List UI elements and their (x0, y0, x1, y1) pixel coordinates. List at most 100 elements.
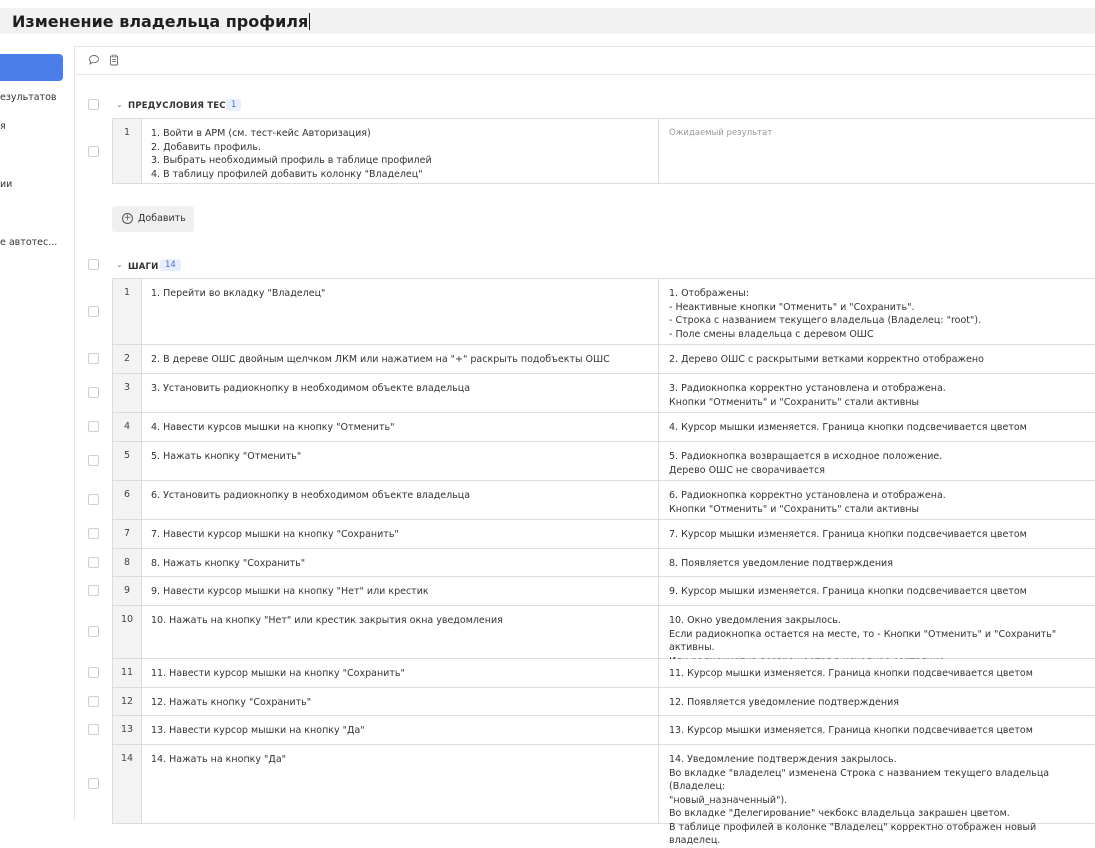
step-cell[interactable]: 11. Навести курсор мышки на кнопку "Сохр… (141, 659, 659, 687)
step-cell[interactable]: 3. Установить радиокнопку в необходимом … (141, 374, 659, 412)
step-cell[interactable]: 5. Нажать кнопку "Отменить" (141, 442, 659, 480)
sidebar-item-autotests[interactable]: е автотес... (0, 237, 74, 248)
step-cell[interactable]: 9. Навести курсор мышки на кнопку "Нет" … (141, 577, 659, 605)
row-checkbox[interactable] (88, 494, 99, 505)
table-row[interactable]: 1 1. Перейти во вкладку "Владелец" 1. Отоб… (112, 279, 1095, 345)
row-number-cell: 13 (112, 716, 142, 744)
row-checkbox[interactable] (88, 626, 99, 637)
table-row[interactable]: 14 14. Нажать на кнопку "Да" 14. Уведомлен… (112, 745, 1095, 846)
expected-cell[interactable]: 13. Курсор мышки изменяется. Граница кно… (659, 716, 1095, 744)
row-checkbox[interactable] (88, 455, 99, 466)
steps-count-badge: 14 (160, 259, 181, 271)
step-cell[interactable]: 1. Войти в АРМ (см. тест-кейс Авторизаци… (141, 119, 659, 183)
step-cell[interactable]: 4. Навести курсов мышки на кнопку "Отмен… (141, 413, 659, 441)
row-checkbox[interactable] (88, 146, 99, 157)
row-number-cell: 9 (112, 577, 142, 605)
table-row[interactable]: 3 3. Установить радиокнопку в необходимом… (112, 374, 1095, 413)
table-row[interactable]: 2 2. В дереве ОШС двойным щелчком ЛКМ или… (112, 345, 1095, 374)
expected-cell[interactable]: 6. Радиокнопка корректно установлена и о… (659, 481, 1095, 519)
table-row[interactable]: 9 9. Навести курсор мышки на кнопку "Нет"… (112, 577, 1095, 606)
row-checkbox[interactable] (88, 557, 99, 568)
table-row[interactable]: 10 10. Нажать на кнопку "Нет" или крестик… (112, 606, 1095, 667)
step-cell[interactable]: 1. Перейти во вкладку "Владелец" (141, 279, 659, 344)
table-row[interactable]: 4 4. Навести курсов мышки на кнопку "Отме… (112, 413, 1095, 442)
expected-cell[interactable]: 4. Курсор мышки изменяется. Граница кноп… (659, 413, 1095, 441)
step-cell[interactable]: 12. Нажать кнопку "Сохранить" (141, 688, 659, 715)
step-cell[interactable]: 2. В дереве ОШС двойным щелчком ЛКМ или … (141, 345, 659, 373)
page-title-wrap[interactable]: Изменение владельца профиля (12, 12, 311, 31)
row-number-cell: 8 (112, 549, 142, 576)
table-row[interactable]: 7 7. Навести курсор мышки на кнопку "Сохр… (112, 520, 1095, 549)
table-row[interactable]: 12 12. Нажать кнопку "Сохранить" 12. Появл… (112, 688, 1095, 716)
expected-cell[interactable]: 9. Курсор мышки изменяется. Граница кноп… (659, 577, 1095, 605)
steps-table: 1 1. Перейти во вкладку "Владелец" 1. Отоб… (112, 278, 1095, 846)
step-cell[interactable]: 14. Нажать на кнопку "Да" (141, 745, 659, 823)
row-number-cell: 1 (112, 119, 142, 183)
table-row[interactable]: 8 8. Нажать кнопку "Сохранить" 8. Появляет… (112, 549, 1095, 577)
expected-cell[interactable]: 8. Появляется уведомление подтверждения (659, 549, 1095, 576)
table-row[interactable]: 6 6. Установить радиокнопку в необходимом… (112, 481, 1095, 520)
row-checkbox[interactable] (88, 724, 99, 735)
row-checkbox[interactable] (88, 421, 99, 432)
row-number-cell: 6 (112, 481, 142, 519)
comment-icon[interactable] (88, 54, 100, 66)
row-checkbox[interactable] (88, 353, 99, 364)
row-number-cell: 1 (112, 279, 142, 344)
clipboard-icon[interactable] (108, 54, 120, 66)
preconditions-count-badge: 1 (226, 99, 242, 111)
expected-cell[interactable]: 1. Отображены: - Неактивные кнопки "Отме… (659, 279, 1095, 344)
expected-cell[interactable]: 14. Уведомление подтверждения закрылось.… (659, 745, 1095, 846)
expected-placeholder: Ожидаемый результат (669, 128, 773, 138)
row-number-cell: 2 (112, 345, 142, 373)
sidebar-item-2[interactable]: я (0, 121, 74, 132)
sidebar: езультатов я ии е автотес... (0, 46, 75, 820)
chevron-down-icon[interactable]: ⌄ (116, 100, 123, 109)
toolbar (75, 46, 1095, 75)
preconditions-select-all-checkbox[interactable] (88, 99, 99, 110)
row-number-cell: 3 (112, 374, 142, 412)
table-row[interactable]: 1 1. Войти в АРМ (см. тест-кейс Авториза… (112, 119, 1095, 184)
expected-cell[interactable]: 10. Окно уведомления закрылось. Если рад… (659, 606, 1095, 667)
page-title[interactable]: Изменение владельца профиля (12, 12, 308, 31)
expected-cell[interactable]: 11. Курсор мышки изменяется. Граница кно… (659, 659, 1095, 687)
add-precondition-button[interactable]: + Добавить (112, 206, 194, 232)
row-checkbox[interactable] (88, 778, 99, 789)
row-number-cell: 11 (112, 659, 142, 687)
row-checkbox[interactable] (88, 667, 99, 678)
chevron-down-icon[interactable]: ⌄ (116, 260, 123, 269)
expected-cell[interactable]: 5. Радиокнопка возвращается в исходное п… (659, 442, 1095, 480)
title-bar: Изменение владельца профиля (0, 8, 1095, 34)
steps-select-all-checkbox[interactable] (88, 259, 99, 270)
row-number-cell: 12 (112, 688, 142, 715)
sidebar-item-results[interactable]: езультатов (0, 92, 74, 103)
expected-cell[interactable]: 12. Появляется уведомление подтверждения (659, 688, 1095, 715)
sidebar-primary-button[interactable] (0, 54, 63, 81)
row-checkbox[interactable] (88, 528, 99, 539)
row-number-cell: 14 (112, 745, 142, 823)
expected-cell[interactable]: Ожидаемый результат (659, 119, 1095, 183)
steps-section-title: ШАГИ (128, 262, 159, 272)
row-checkbox[interactable] (88, 585, 99, 596)
row-checkbox[interactable] (88, 387, 99, 398)
step-cell[interactable]: 6. Установить радиокнопку в необходимом … (141, 481, 659, 519)
expected-cell[interactable]: 3. Радиокнопка корректно установлена и о… (659, 374, 1095, 412)
expected-cell[interactable]: 2. Дерево ОШС с раскрытыми ветками корре… (659, 345, 1095, 373)
row-number-cell: 5 (112, 442, 142, 480)
table-row[interactable]: 5 5. Нажать кнопку "Отменить" 5. Радиокноп… (112, 442, 1095, 481)
step-cell[interactable]: 13. Навести курсор мышки на кнопку "Да" (141, 716, 659, 744)
plus-circle-icon: + (122, 213, 133, 224)
text-caret (309, 13, 311, 30)
sidebar-item-3[interactable]: ии (0, 179, 74, 190)
step-cell[interactable]: 7. Навести курсор мышки на кнопку "Сохра… (141, 520, 659, 548)
table-row[interactable]: 13 13. Навести курсор мышки на кнопку "Да… (112, 716, 1095, 745)
step-cell[interactable]: 8. Нажать кнопку "Сохранить" (141, 549, 659, 576)
row-number-cell: 4 (112, 413, 142, 441)
preconditions-table: 1 1. Войти в АРМ (см. тест-кейс Авториза… (112, 118, 1095, 184)
step-cell[interactable]: 10. Нажать на кнопку "Нет" или крестик з… (141, 606, 659, 658)
row-checkbox[interactable] (88, 306, 99, 317)
table-row[interactable]: 11 11. Навести курсор мышки на кнопку "Со… (112, 659, 1095, 688)
row-checkbox[interactable] (88, 696, 99, 707)
row-number-cell: 7 (112, 520, 142, 548)
expected-cell[interactable]: 7. Курсор мышки изменяется. Граница кноп… (659, 520, 1095, 548)
row-number-cell: 10 (112, 606, 142, 658)
